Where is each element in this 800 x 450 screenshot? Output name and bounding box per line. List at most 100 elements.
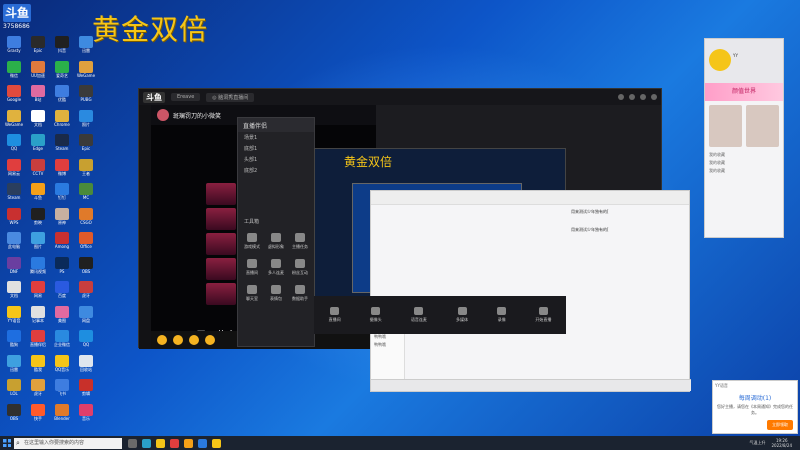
source-item[interactable]: 底部2: [238, 165, 314, 176]
desktop-icon[interactable]: WeGame: [74, 60, 98, 81]
desktop-icon[interactable]: 飞书: [50, 379, 74, 399]
desktop-icon[interactable]: 图片: [26, 232, 50, 252]
desktop-icon[interactable]: 优酷: [50, 85, 74, 105]
desktop-icon[interactable]: Edge: [26, 134, 50, 154]
desktop-icon[interactable]: 微信: [2, 60, 26, 81]
desktop-icon[interactable]: WPS: [2, 207, 26, 228]
tool-button[interactable]: 游戏模式: [242, 231, 262, 253]
chat-list-item[interactable]: 鸭鸭哦: [371, 341, 404, 349]
guest-seat[interactable]: [206, 233, 236, 255]
tool-button[interactable]: 数据助手: [290, 283, 310, 305]
desktop-icon[interactable]: Epic: [74, 134, 98, 154]
desktop-icon[interactable]: 直播伴侣: [26, 330, 50, 350]
tool-button[interactable]: 多人连麦: [266, 257, 286, 279]
photo-thumb[interactable]: [746, 105, 779, 147]
desktop-icon[interactable]: QQ: [74, 330, 98, 350]
desktop-icon[interactable]: 此电脑: [2, 232, 26, 252]
desktop-icon[interactable]: Google: [2, 85, 26, 105]
desktop-icon[interactable]: 网易: [26, 281, 50, 301]
claim-button[interactable]: 立即领取: [767, 420, 793, 430]
desktop-icon[interactable]: 剪映: [26, 207, 50, 228]
app-icon[interactable]: [184, 438, 193, 448]
desktop-icon[interactable]: 虎牙: [26, 379, 50, 399]
tool-button[interactable]: 虚拟形象: [266, 231, 286, 253]
weather-text[interactable]: 气温上升: [749, 440, 765, 446]
chat-list-item[interactable]: 鸭鸭哦: [371, 333, 404, 341]
yy-row[interactable]: 我的收藏: [705, 151, 783, 159]
desktop-icon[interactable]: 王者: [74, 158, 98, 179]
taskbar-search[interactable]: 在这里输入你要搜索的内容: [14, 437, 122, 449]
desktop-icon[interactable]: CSGO: [74, 207, 98, 228]
avatar[interactable]: [157, 109, 169, 121]
preview-tool[interactable]: 录像: [497, 307, 507, 323]
desktop-icon[interactable]: OBS: [2, 403, 26, 424]
desktop-icon[interactable]: 迅雷: [74, 36, 98, 56]
source-item[interactable]: 头部1: [238, 154, 314, 165]
app-icon[interactable]: [170, 438, 179, 448]
folder-icon[interactable]: [156, 438, 165, 448]
desktop-icon[interactable]: 照片: [74, 109, 98, 130]
desktop-icon[interactable]: DNF: [2, 256, 26, 277]
desktop-icon[interactable]: WeGame: [2, 109, 26, 130]
desktop-icon[interactable]: 迅雷: [2, 354, 26, 375]
desktop-icon[interactable]: 企业微信: [50, 330, 74, 350]
desktop-icon[interactable]: 微博: [50, 158, 74, 179]
desktop-icon[interactable]: 酷我: [26, 354, 50, 375]
gift-icon[interactable]: [173, 335, 183, 345]
tool-button[interactable]: 粉丝互动: [290, 257, 310, 279]
desktop-icon[interactable]: CCTV: [26, 158, 50, 179]
desktop-icon[interactable]: 音乐: [74, 403, 98, 424]
guest-seat[interactable]: [206, 258, 236, 280]
desktop-icon[interactable]: 回收站: [74, 354, 98, 375]
guest-seat[interactable]: [206, 208, 236, 230]
desktop-icon[interactable]: 网盘: [74, 305, 98, 326]
preview-tool[interactable]: 语音连麦: [411, 307, 427, 323]
yy-row[interactable]: 我的收藏: [705, 167, 783, 175]
minimize-icon[interactable]: [629, 94, 635, 100]
desktop-icon[interactable]: PS: [50, 256, 74, 277]
edge-icon[interactable]: [142, 438, 151, 448]
tab-room[interactable]: ◎ 脑洞秀直播间: [206, 92, 255, 102]
desktop-icon[interactable]: 美图: [50, 305, 74, 326]
guest-seat[interactable]: [206, 183, 236, 205]
desktop-icon[interactable]: Steam: [50, 134, 74, 154]
desktop-icon[interactable]: 虎牙: [74, 281, 98, 301]
desktop-icon[interactable]: Chrome: [50, 109, 74, 130]
desktop-icon[interactable]: LOL: [2, 379, 26, 399]
close-icon[interactable]: [651, 94, 657, 100]
guest-seat[interactable]: [206, 283, 236, 305]
chat-toolbar[interactable]: [371, 379, 691, 391]
tool-button[interactable]: 聊天室: [242, 283, 262, 305]
yy-banner[interactable]: 颜值世界: [705, 83, 783, 101]
maximize-icon[interactable]: [640, 94, 646, 100]
desktop-icon[interactable]: QQ音乐: [50, 354, 74, 375]
app-icon[interactable]: [198, 438, 207, 448]
desktop-icon[interactable]: 斗鱼: [26, 183, 50, 203]
desktop-icon[interactable]: 网易云: [2, 158, 26, 179]
desktop-icon[interactable]: Among: [50, 232, 74, 252]
desktop-icon[interactable]: YY语音: [2, 305, 26, 326]
desktop-icon[interactable]: 酷狗: [2, 330, 26, 350]
desktop-icon[interactable]: MC: [74, 183, 98, 203]
tool-button[interactable]: 直播间: [242, 257, 262, 279]
desktop-icon[interactable]: 快手: [26, 403, 50, 424]
preview-tool[interactable]: 直播间: [329, 307, 341, 323]
desktop-icon[interactable]: B站: [26, 85, 50, 105]
desktop-icon[interactable]: UU加速: [26, 60, 50, 81]
gift-icon[interactable]: [157, 335, 167, 345]
desktop-icon[interactable]: Blender: [50, 403, 74, 424]
desktop-icon[interactable]: 抖音: [50, 36, 74, 56]
desktop-icon[interactable]: 剪辑: [74, 379, 98, 399]
preview-tool[interactable]: 开始直播: [535, 307, 551, 323]
tool-button[interactable]: 主播任务: [290, 231, 310, 253]
desktop-icon[interactable]: 腾讯视频: [26, 256, 50, 277]
avatar[interactable]: [709, 49, 731, 71]
desktop-icon[interactable]: OBS: [74, 256, 98, 277]
tab-home[interactable]: Ereave: [171, 93, 201, 101]
photo-thumb[interactable]: [709, 105, 742, 147]
tool-button[interactable]: 表情包: [266, 283, 286, 305]
desktop-icon[interactable]: Office: [74, 232, 98, 252]
desktop-icon[interactable]: QQ: [2, 134, 26, 154]
preview-tool[interactable]: 多媒体: [456, 307, 468, 323]
desktop-icon[interactable]: Steam: [2, 183, 26, 203]
